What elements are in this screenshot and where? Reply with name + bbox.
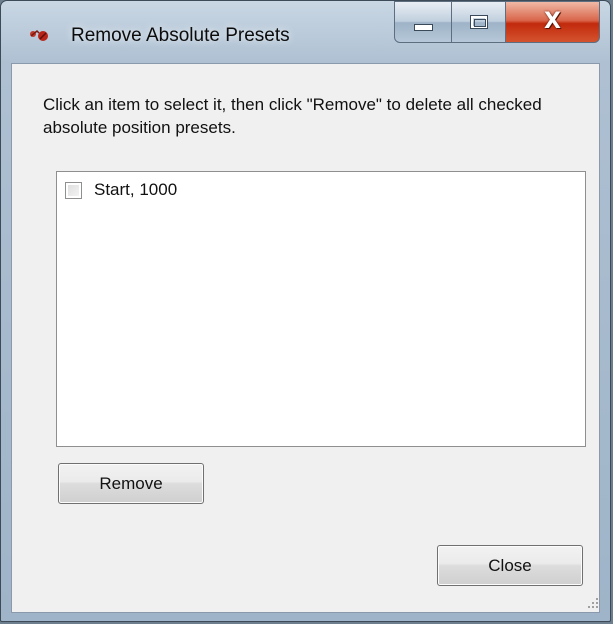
app-logo-icon — [30, 29, 48, 41]
close-icon: X — [544, 9, 561, 34]
minimize-icon — [413, 23, 433, 31]
close-button[interactable]: Close — [437, 545, 583, 586]
dialog-window: Remove Absolute Presets X Click an item … — [0, 0, 611, 622]
minimize-button[interactable] — [394, 1, 452, 43]
resize-grip-icon[interactable] — [584, 594, 598, 608]
maximize-button[interactable] — [452, 1, 506, 43]
maximize-icon — [469, 15, 488, 29]
list-item[interactable]: Start, 1000 — [65, 180, 177, 200]
presets-listbox[interactable]: Start, 1000 — [56, 171, 586, 447]
remove-button[interactable]: Remove — [58, 463, 204, 504]
instruction-text: Click an item to select it, then click "… — [43, 95, 542, 137]
title-bar[interactable]: Remove Absolute Presets X — [1, 1, 610, 63]
preset-checkbox[interactable] — [65, 181, 82, 199]
preset-label: Start, 1000 — [94, 180, 178, 199]
window-title: Remove Absolute Presets — [71, 25, 290, 46]
caption-buttons: X — [394, 1, 600, 43]
close-window-button[interactable]: X — [506, 1, 600, 43]
